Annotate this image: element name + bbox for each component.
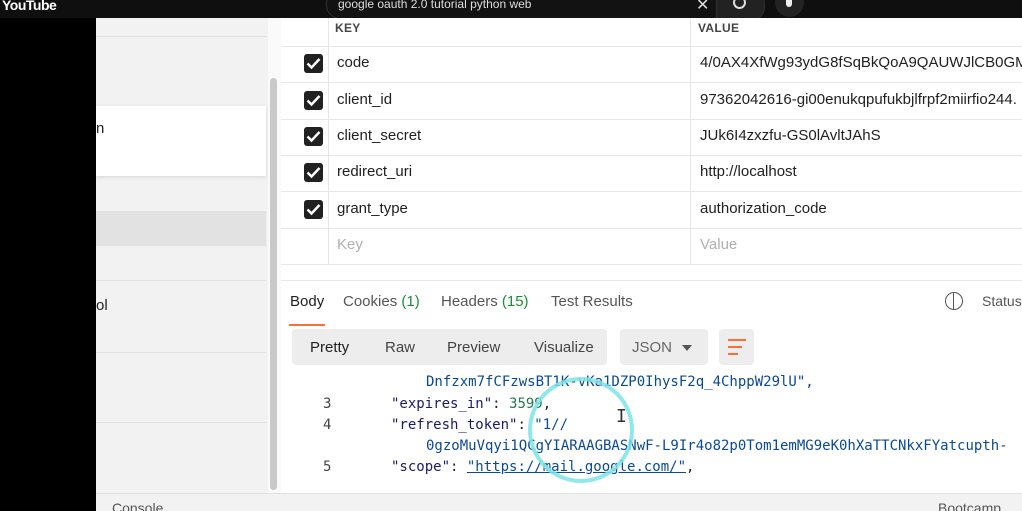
wrap-lines-icon-bar — [728, 353, 738, 355]
text-cursor-icon: I — [616, 406, 627, 427]
cookies-count: (1) — [401, 293, 420, 310]
sidebar: n ol — [96, 18, 281, 493]
globe-icon[interactable] — [945, 292, 963, 310]
sidebar-item-label: n — [96, 120, 105, 137]
json-key: "expires_in" — [391, 396, 493, 412]
param-value[interactable]: JUk6I4zxzfu-GS0lAvltJAhS — [700, 127, 881, 144]
json-key: "refresh_token" — [391, 417, 518, 433]
param-value[interactable]: 97362042616-gi00enukqpufukbjlfrpf2miirfi… — [700, 91, 1017, 108]
video-letterbox — [0, 18, 96, 510]
youtube-search-input[interactable]: google oauth 2.0 tutorial python web — [338, 0, 531, 11]
table-row: client_id 97362042616-gi00enukqpufukbjlf… — [281, 83, 1022, 120]
line-number: 5 — [323, 459, 332, 475]
raw-button[interactable]: Raw — [385, 339, 415, 356]
param-value[interactable]: http://localhost — [700, 163, 797, 180]
param-value[interactable]: 4/0AX4XfWg93ydG8fSqBkQoA9QAUWJlCB0GMTiv — [700, 54, 1022, 71]
format-select[interactable]: JSON — [620, 329, 708, 365]
tab-headers-label: Headers — [441, 293, 498, 310]
code-line: "expires_in": 3599, — [391, 396, 552, 412]
params-table-header: KEY VALUE — [281, 18, 1022, 47]
wrap-lines-icon-bar — [728, 346, 742, 348]
table-row: client_secret JUk6I4zxzfu-GS0lAvltJAhS — [281, 119, 1022, 156]
new-value-input[interactable]: Value — [700, 236, 737, 253]
param-key[interactable]: redirect_uri — [337, 163, 412, 180]
wrap-lines-button[interactable] — [719, 329, 754, 365]
code-line: 0gzoMuVqyi1QCgYIARAAGBASNwF-L9Ir4o82p0To… — [426, 438, 1008, 454]
table-row: code 4/0AX4XfWg93ydG8fSqBkQoA9QAUWJlCB0G… — [281, 46, 1022, 83]
sidebar-divider — [96, 352, 266, 353]
json-key: "scope" — [391, 459, 451, 475]
line-number: 3 — [323, 396, 332, 412]
sidebar-card[interactable] — [96, 106, 266, 176]
tab-headers[interactable]: Headers (15) — [441, 293, 529, 310]
cursor-highlight-ring — [528, 377, 634, 483]
param-key[interactable]: client_secret — [337, 127, 421, 144]
chevron-down-icon — [682, 345, 692, 351]
sidebar-divider — [96, 280, 266, 281]
tab-test-results[interactable]: Test Results — [551, 293, 633, 310]
sidebar-divider — [96, 36, 266, 37]
row-checkbox[interactable] — [304, 127, 323, 146]
sidebar-item-label: ol — [96, 297, 108, 314]
code-line: Dnfzxm7fCFzwsBT1K-vKa1DZP0IhysF2q_4ChppW… — [426, 374, 814, 390]
format-select-value: JSON — [632, 339, 673, 356]
preview-button[interactable]: Preview — [447, 339, 500, 356]
param-key[interactable]: grant_type — [337, 200, 408, 217]
row-checkbox[interactable] — [304, 54, 323, 73]
tab-cookies-label: Cookies — [343, 293, 398, 310]
value-column-header: VALUE — [698, 21, 740, 35]
visualize-button[interactable]: Visualize — [534, 339, 594, 356]
youtube-top-bar: YouTube google oauth 2.0 tutorial python… — [0, 0, 1022, 21]
youtube-logo[interactable]: YouTube — [2, 0, 57, 13]
wrap-lines-icon — [728, 339, 746, 341]
key-column-header: KEY — [335, 21, 361, 35]
request-panel: KEY VALUE code 4/0AX4XfWg93ydG8fSqBkQoA9… — [281, 18, 1022, 493]
headers-count: (15) — [501, 293, 529, 310]
line-number: 4 — [323, 417, 332, 433]
bootcamp-button[interactable]: Bootcamp — [938, 500, 1001, 511]
table-row: grant_type authorization_code — [281, 192, 1022, 229]
tab-body[interactable]: Body — [290, 293, 324, 310]
row-checkbox[interactable] — [304, 91, 323, 110]
console-button[interactable]: Console — [112, 500, 163, 511]
param-value[interactable]: authorization_code — [700, 200, 827, 217]
sidebar-divider — [96, 422, 266, 423]
new-key-input[interactable]: Key — [337, 236, 363, 253]
row-checkbox[interactable] — [304, 163, 323, 182]
tab-cookies[interactable]: Cookies (1) — [343, 293, 420, 310]
response-body-code[interactable]: Dnfzxm7fCFzwsBT1K-vKa1DZP0IhysF2q_4ChppW… — [281, 374, 1022, 493]
active-tab-indicator — [289, 324, 325, 326]
response-tabs: Body Cookies (1) Headers (15) Test Resul… — [281, 280, 1022, 327]
sidebar-item-selected[interactable] — [96, 211, 266, 246]
clear-search-icon[interactable]: ✕ — [696, 0, 709, 15]
param-key[interactable]: client_id — [337, 91, 392, 108]
row-checkbox[interactable] — [304, 200, 323, 219]
table-row: redirect_uri http://localhost — [281, 155, 1022, 192]
sidebar-scrollbar-thumb[interactable] — [270, 78, 277, 490]
view-mode-group: Pretty Raw Preview Visualize — [292, 329, 607, 365]
status-bar: Console Bootcamp — [96, 493, 1022, 511]
pretty-button[interactable]: Pretty — [310, 339, 349, 356]
microphone-icon — [786, 0, 792, 7]
table-row-new: Key Value — [281, 228, 1022, 265]
status-label: Status — [982, 293, 1022, 309]
param-key[interactable]: code — [337, 54, 370, 71]
